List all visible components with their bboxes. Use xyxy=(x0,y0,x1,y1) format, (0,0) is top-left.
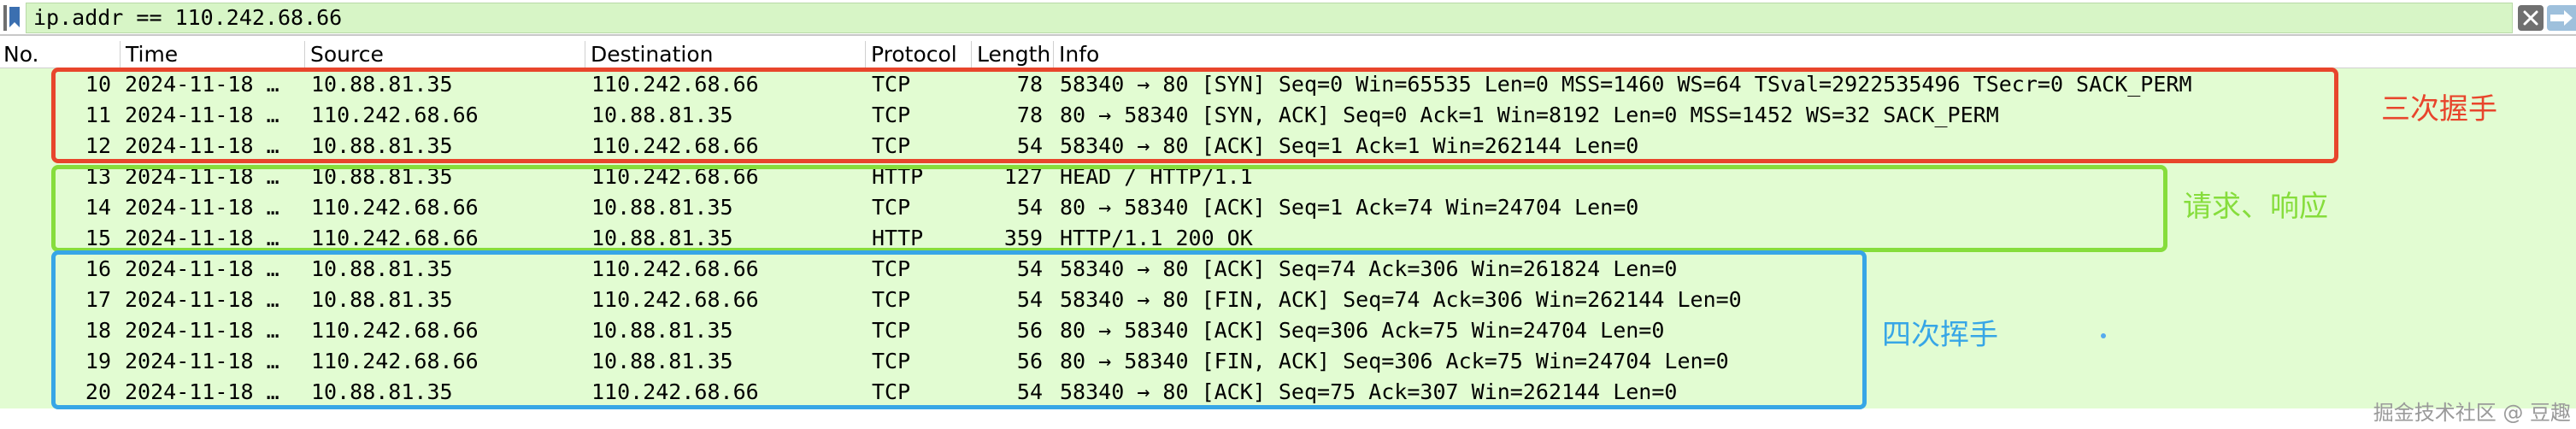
display-filter-input[interactable]: ip.addr == 110.242.68.66 xyxy=(26,3,2513,33)
column-header-source[interactable]: Source xyxy=(304,41,585,68)
stray-dot xyxy=(2101,333,2106,338)
column-header-no[interactable]: No. xyxy=(0,41,120,68)
bookmark-icon[interactable] xyxy=(3,5,22,31)
close-icon xyxy=(2523,10,2538,26)
handshake-annotation-label: 三次握手 xyxy=(2381,92,2497,126)
teardown-annotation-box xyxy=(51,250,1867,409)
request-response-annotation-label: 请求、响应 xyxy=(2183,190,2328,224)
column-header-destination[interactable]: Destination xyxy=(585,41,865,68)
teardown-annotation-label: 四次挥手 xyxy=(1882,318,1998,352)
handshake-annotation-box xyxy=(51,68,2338,163)
apply-filter-button[interactable] xyxy=(2547,5,2576,31)
column-header-length[interactable]: Length xyxy=(971,41,1053,68)
clear-filter-button[interactable] xyxy=(2518,5,2544,31)
watermark: 掘金技术社区 @ 豆趣 xyxy=(2373,401,2571,425)
display-filter-bar: ip.addr == 110.242.68.66 xyxy=(0,0,2576,36)
request-response-annotation-box xyxy=(51,165,2167,252)
column-header-info[interactable]: Info xyxy=(1053,41,2576,68)
arrow-right-icon xyxy=(2550,10,2573,26)
packet-list-header: No. Time Source Destination Protocol Len… xyxy=(0,41,2576,68)
column-header-protocol[interactable]: Protocol xyxy=(865,41,971,68)
column-header-time[interactable]: Time xyxy=(120,41,304,68)
